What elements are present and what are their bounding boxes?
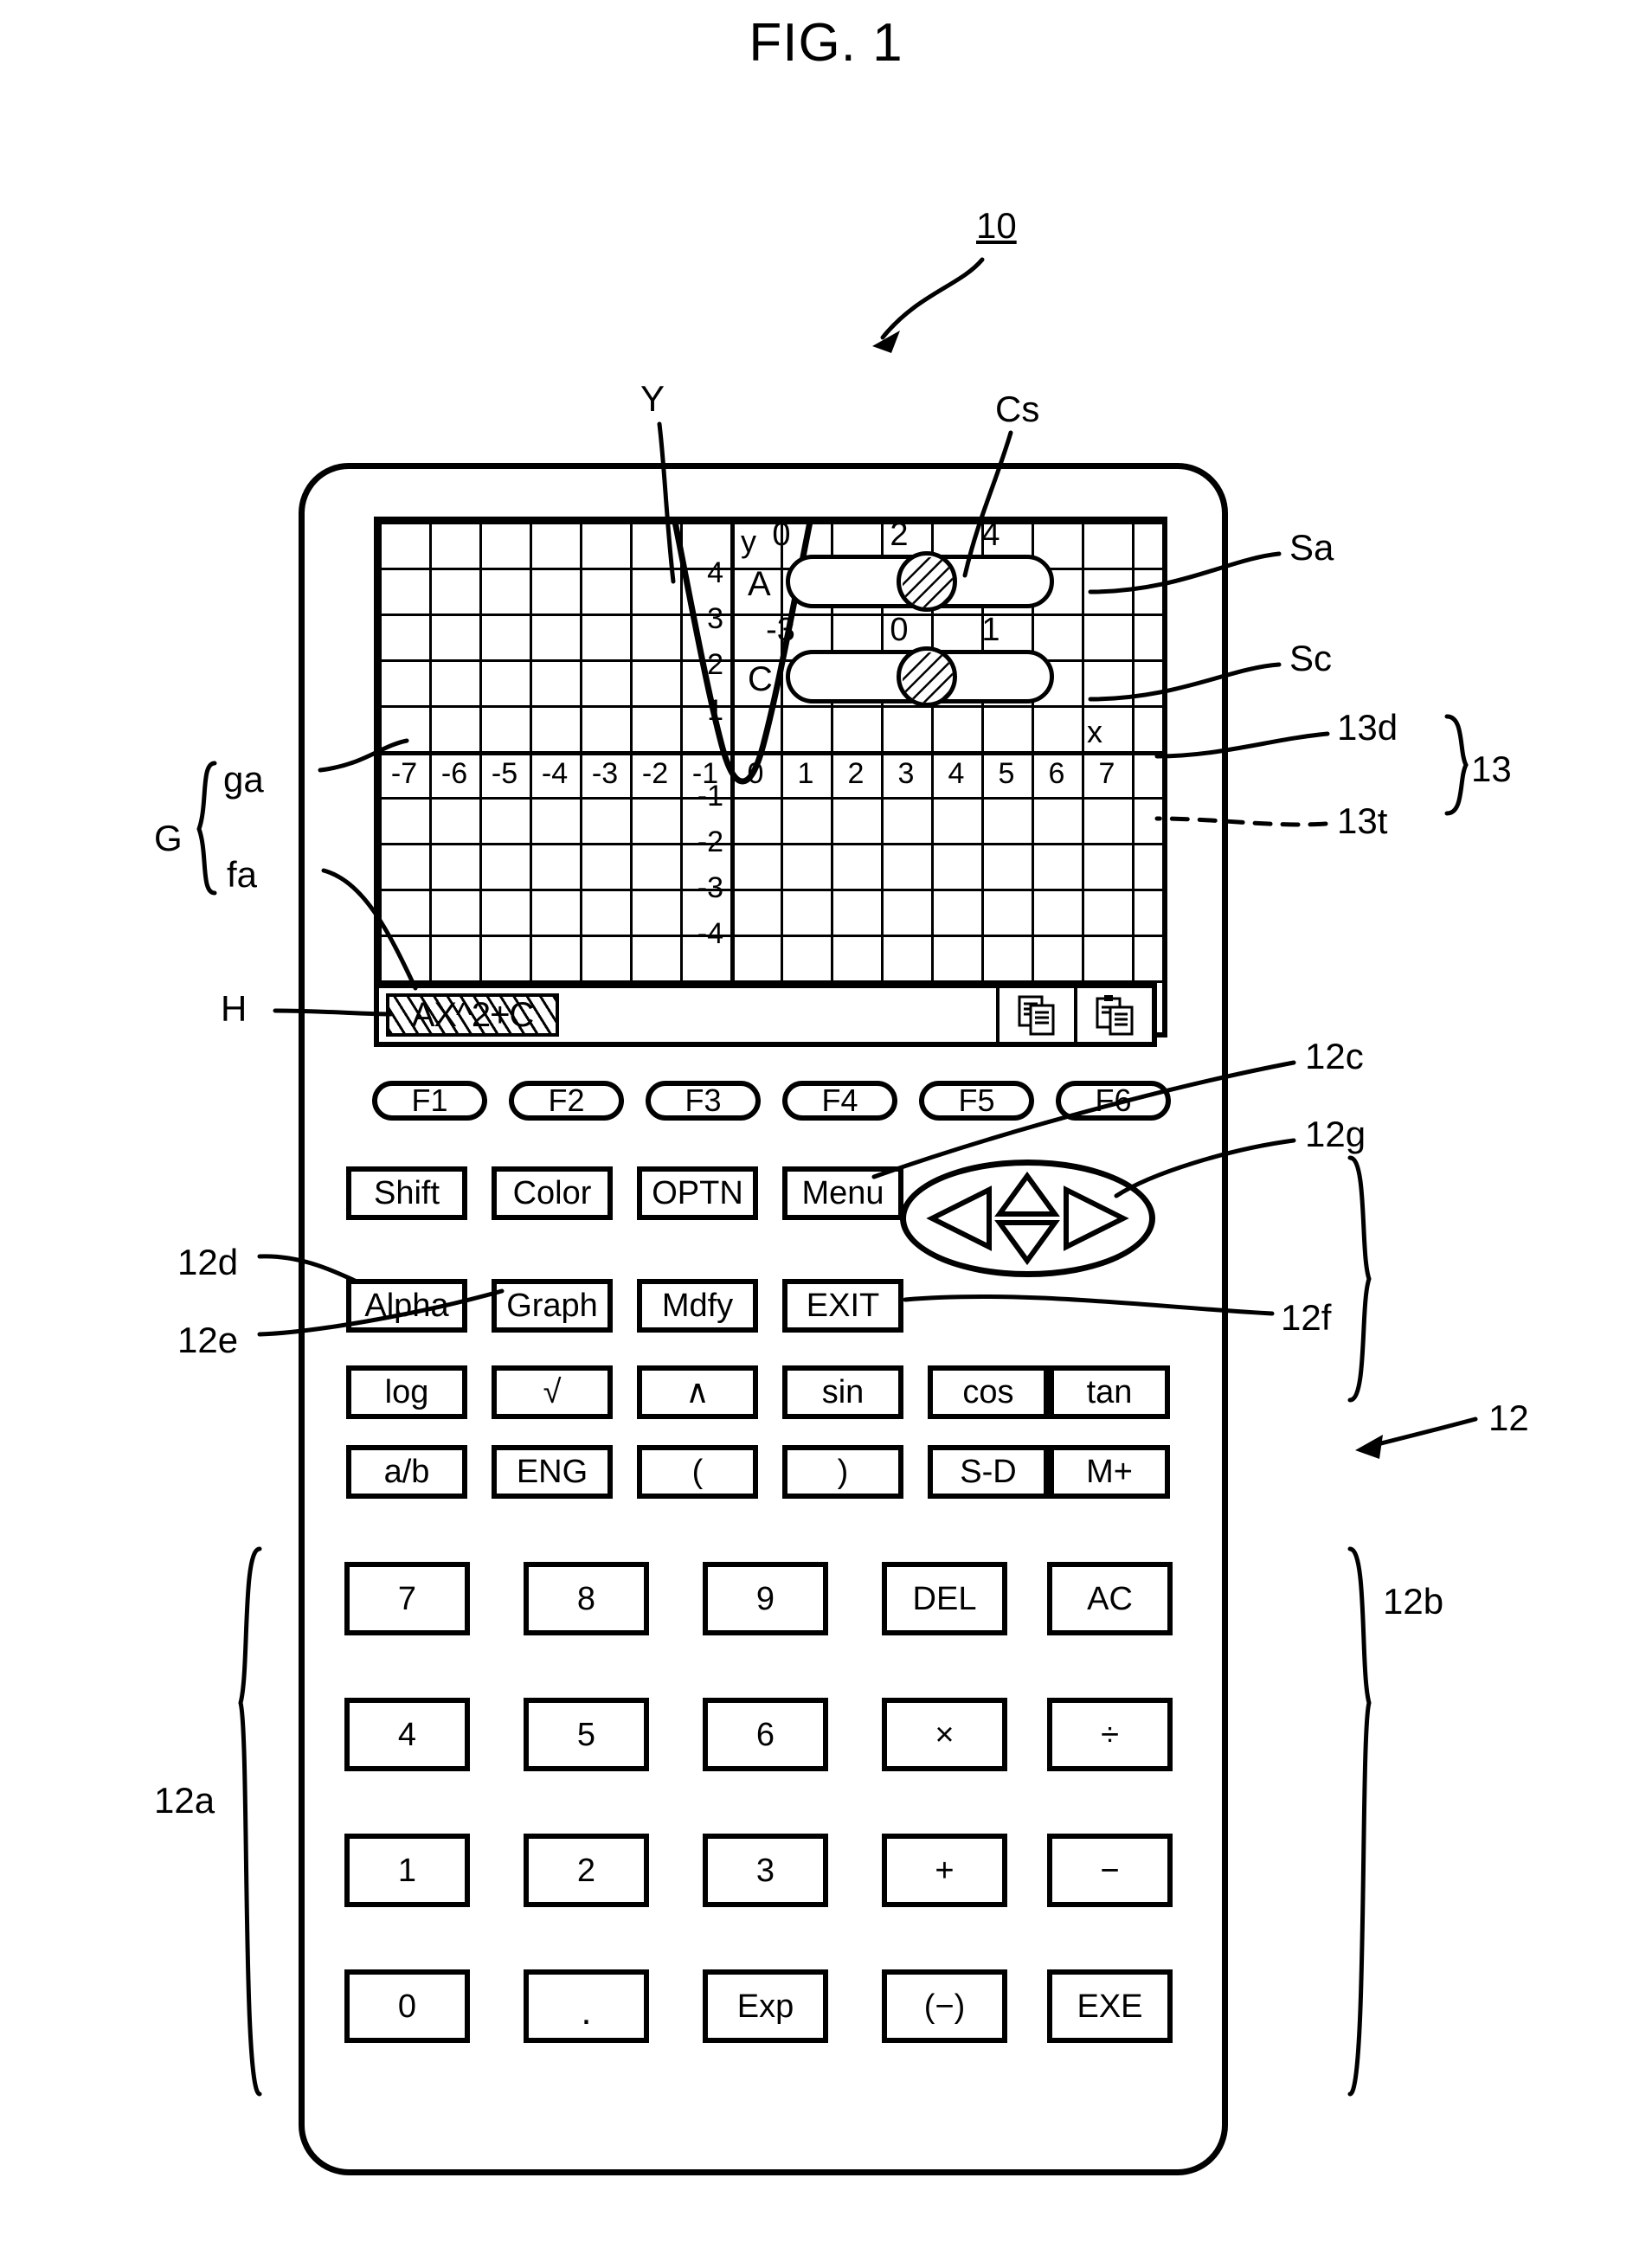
callout-num-group: 12a (154, 1780, 215, 1821)
left-arrow-icon (926, 1185, 992, 1251)
callout-alpha-key: 12d (177, 1242, 239, 1282)
callout-graph-key: 12e (177, 1320, 239, 1360)
key-exit[interactable]: EXIT (782, 1279, 903, 1333)
callout-curve: Y (640, 378, 665, 419)
key-f1[interactable]: F1 (372, 1081, 487, 1121)
key-cos[interactable]: cos (928, 1365, 1049, 1419)
key-ac[interactable]: AC (1047, 1562, 1173, 1635)
callout-touch-panel: 13t (1337, 800, 1388, 841)
formula-highlight-field[interactable]: AX^2+C (386, 993, 559, 1037)
slider-a-scale-value: 0 (772, 517, 791, 553)
callout-device: 10 (976, 205, 1017, 246)
key-minus[interactable]: − (1047, 1834, 1173, 1907)
key-paren-close[interactable]: ) (782, 1445, 903, 1499)
key-0[interactable]: 0 (344, 1969, 470, 2043)
key-optn[interactable]: OPTN (637, 1166, 758, 1220)
key-decimal[interactable]: . (524, 1969, 649, 2043)
slider-c-scale-value: 1 (981, 612, 1000, 648)
slider-a-scale-value: 2 (890, 517, 909, 553)
key-f2[interactable]: F2 (509, 1081, 624, 1121)
key-power[interactable]: ∧ (637, 1365, 758, 1419)
slider-c[interactable]: C (748, 646, 1054, 707)
key-1[interactable]: 1 (344, 1834, 470, 1907)
key-tan[interactable]: tan (1049, 1365, 1170, 1419)
callout-formula-area: fa (227, 854, 258, 895)
formula-text: AX^2+C (411, 995, 535, 1034)
key-color[interactable]: Color (492, 1166, 613, 1220)
key-mplus[interactable]: M+ (1049, 1445, 1170, 1499)
display-screen[interactable]: y x -7 -6 -5 -4 -3 -2 -1 0 1 2 3 4 5 6 7… (374, 517, 1167, 1037)
key-alpha[interactable]: Alpha (346, 1279, 467, 1333)
down-arrow-icon (994, 1220, 1060, 1266)
up-arrow-icon (994, 1171, 1060, 1217)
callout-display-area: 13d (1337, 707, 1398, 748)
key-log[interactable]: log (346, 1365, 467, 1419)
slider-c-scale-value: 0 (890, 612, 909, 648)
key-sqrt[interactable]: √ (492, 1365, 613, 1419)
cursor-pad[interactable] (900, 1160, 1155, 1277)
key-f6[interactable]: F6 (1056, 1081, 1171, 1121)
key-f3[interactable]: F3 (646, 1081, 761, 1121)
slider-a-knob[interactable] (897, 551, 957, 612)
copy-icon[interactable] (996, 988, 1074, 1042)
key-graph[interactable]: Graph (492, 1279, 613, 1333)
slider-a[interactable]: A (748, 551, 1054, 612)
key-exp[interactable]: Exp (703, 1969, 828, 2043)
key-shift[interactable]: Shift (346, 1166, 467, 1220)
callout-cursor: Cs (995, 389, 1040, 429)
slider-a-scale-value: 4 (981, 517, 1000, 553)
formula-bar[interactable]: AX^2+C (374, 983, 1157, 1047)
paste-icon[interactable] (1074, 988, 1152, 1042)
callout-graph-area: ga (223, 759, 264, 800)
key-divide[interactable]: ÷ (1047, 1698, 1173, 1771)
key-5[interactable]: 5 (524, 1698, 649, 1771)
key-sin[interactable]: sin (782, 1365, 903, 1419)
key-6[interactable]: 6 (703, 1698, 828, 1771)
key-eng[interactable]: ENG (492, 1445, 613, 1499)
key-9[interactable]: 9 (703, 1562, 828, 1635)
callout-highlight: H (221, 988, 247, 1029)
key-f5[interactable]: F5 (919, 1081, 1034, 1121)
slider-a-label: A (748, 565, 771, 603)
cursor-pad-arrows[interactable] (906, 1166, 1149, 1271)
key-del[interactable]: DEL (882, 1562, 1007, 1635)
key-fraction[interactable]: a/b (346, 1445, 467, 1499)
key-4[interactable]: 4 (344, 1698, 470, 1771)
key-paren-open[interactable]: ( (637, 1445, 758, 1499)
callout-slider-c: Sc (1289, 638, 1333, 678)
callout-graph-group: G (154, 818, 183, 858)
right-arrow-icon (1064, 1185, 1129, 1251)
slider-c-scale-value: -3 (766, 612, 795, 648)
key-exe[interactable]: EXE (1047, 1969, 1173, 2043)
slider-c-knob[interactable] (897, 646, 957, 707)
key-3[interactable]: 3 (703, 1834, 828, 1907)
key-sd[interactable]: S-D (928, 1445, 1049, 1499)
callout-exit-key: 12f (1281, 1297, 1332, 1338)
callout-menu-key: 12c (1305, 1036, 1364, 1076)
formula-empty-space[interactable] (559, 988, 996, 1042)
slider-c-label: C (748, 660, 773, 698)
key-2[interactable]: 2 (524, 1834, 649, 1907)
key-negative[interactable]: (−) (882, 1969, 1007, 2043)
key-8[interactable]: 8 (524, 1562, 649, 1635)
figure-title: FIG. 1 (749, 13, 903, 73)
callout-key-unit: 12 (1488, 1397, 1529, 1438)
key-7[interactable]: 7 (344, 1562, 470, 1635)
callout-slider-a: Sa (1289, 527, 1334, 568)
callout-cursor-key: 12g (1305, 1114, 1366, 1154)
key-plus[interactable]: + (882, 1834, 1007, 1907)
key-mdfy[interactable]: Mdfy (637, 1279, 758, 1333)
callout-func-group: 12b (1383, 1581, 1444, 1622)
key-f4[interactable]: F4 (782, 1081, 897, 1121)
key-menu[interactable]: Menu (782, 1166, 903, 1220)
callout-display-unit: 13 (1471, 748, 1512, 789)
key-multiply[interactable]: × (882, 1698, 1007, 1771)
